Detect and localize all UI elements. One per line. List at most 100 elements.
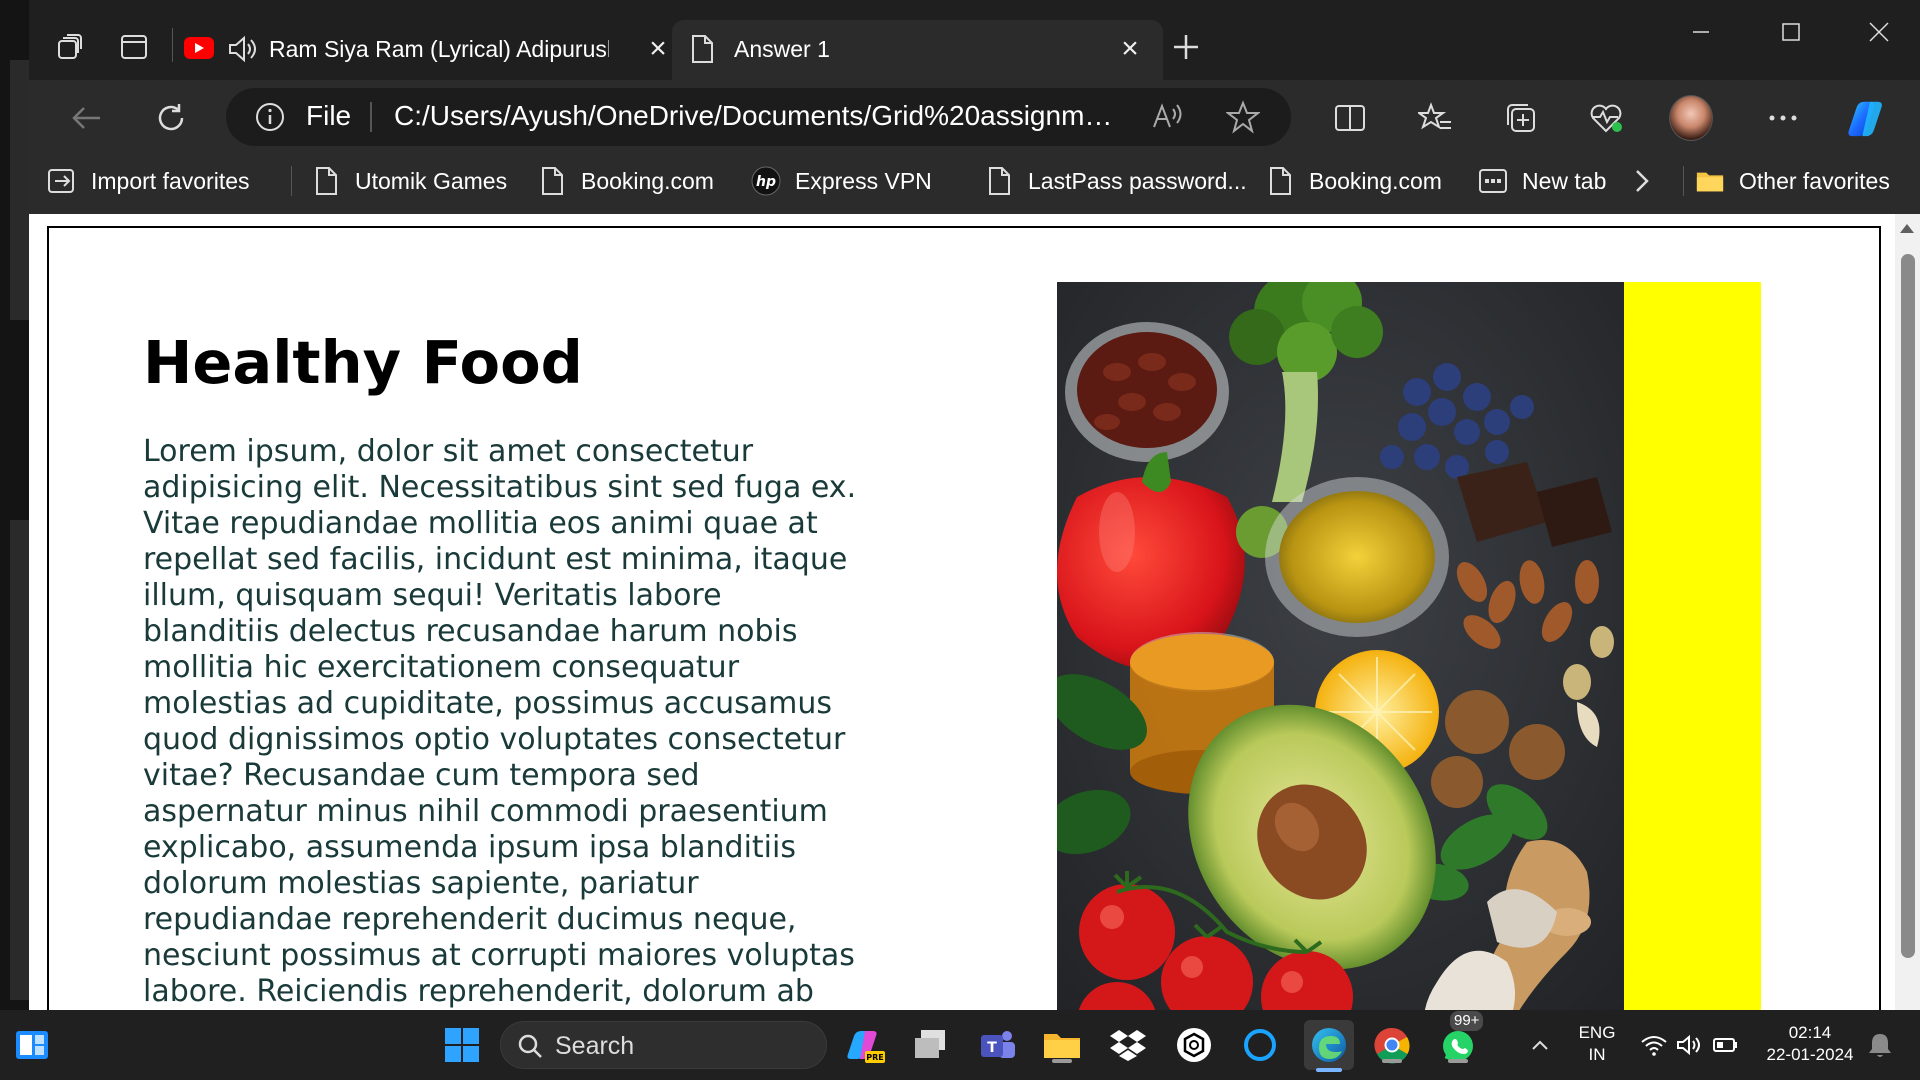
fav-label: Booking.com — [1309, 167, 1442, 194]
fav-other-favorites[interactable]: Other favorites — [1695, 162, 1890, 200]
back-arrow-icon[interactable] — [64, 96, 108, 140]
widgets-icon[interactable] — [10, 1023, 54, 1067]
teams-icon[interactable]: T — [975, 1023, 1019, 1067]
close-window-icon[interactable] — [1844, 10, 1914, 54]
vertical-scrollbar[interactable] — [1895, 214, 1920, 1010]
favorites-icon[interactable] — [1413, 96, 1457, 140]
fav-express-vpn[interactable]: hp Express VPN — [751, 162, 932, 200]
start-windows-icon[interactable] — [440, 1023, 484, 1067]
new-tab-page-icon — [1478, 166, 1508, 196]
favorites-bar: Import favorites Utomik Games Booking.co… — [29, 152, 1920, 210]
tab-title: Ram Siya Ram (Lyrical) Adipurush — [269, 36, 609, 62]
workspaces-icon[interactable] — [53, 30, 87, 64]
clock-time: 02:14 — [1788, 1023, 1832, 1042]
fav-label: LastPass password... — [1028, 167, 1247, 194]
file-explorer-icon[interactable] — [1040, 1023, 1084, 1067]
background-window-segment — [10, 520, 29, 1000]
split-screen-icon[interactable] — [1328, 96, 1372, 140]
collections-icon[interactable] — [1499, 96, 1543, 140]
clock[interactable]: 02:14 22-01-2024 — [1755, 1022, 1865, 1066]
youtube-icon — [184, 37, 214, 59]
page-icon — [984, 166, 1014, 196]
background-window-edge — [0, 0, 29, 1010]
more-options-icon[interactable] — [1761, 96, 1805, 140]
address-bar[interactable]: File C:/Users/Ayush/OneDrive/Documents/G… — [226, 88, 1291, 146]
copilot-icon[interactable] — [1847, 96, 1891, 140]
language-line-1: ENG — [1578, 1023, 1616, 1042]
wifi-icon — [1641, 1036, 1667, 1056]
fav-label: Other favorites — [1739, 167, 1890, 194]
scrollbar-thumb[interactable] — [1901, 254, 1915, 958]
windows-taskbar: Search PRE T 99+ ENG IN 02:14 22-01-2024 — [0, 1010, 1920, 1080]
vertical-tabs-icon[interactable] — [117, 30, 151, 64]
folder-icon — [1695, 166, 1725, 196]
chrome-icon[interactable] — [1370, 1023, 1414, 1067]
fav-label: Booking.com — [581, 167, 714, 194]
search-icon — [517, 1033, 543, 1064]
svg-text:hp: hp — [756, 174, 776, 190]
active-indicator — [1052, 1059, 1072, 1063]
fav-utomik-games[interactable]: Utomik Games — [311, 162, 507, 200]
copilot-preview-icon[interactable]: PRE — [843, 1023, 887, 1067]
address-separator — [370, 102, 372, 132]
active-indicator — [1448, 1059, 1468, 1063]
system-tray-status[interactable] — [1630, 1023, 1750, 1067]
whatsapp-icon[interactable]: 99+ — [1436, 1011, 1484, 1067]
volume-icon — [1677, 1034, 1700, 1056]
yellow-grid-cell — [1624, 282, 1761, 1010]
fav-overflow-chevron-icon[interactable] — [1632, 162, 1652, 200]
page-icon — [690, 34, 714, 70]
speaker-icon[interactable] — [227, 34, 259, 70]
fav-label: Utomik Games — [355, 167, 508, 194]
cortana-icon[interactable] — [1238, 1023, 1282, 1067]
fav-import-favorites[interactable]: Import favorites — [47, 162, 250, 200]
fav-new-tab[interactable]: New tab — [1478, 162, 1606, 200]
site-info-label[interactable]: File — [306, 100, 351, 132]
close-tab-icon[interactable]: × — [1115, 32, 1145, 65]
active-indicator — [1382, 1059, 1402, 1063]
scroll-up-arrow-icon[interactable] — [1900, 224, 1914, 233]
new-tab-plus-icon[interactable] — [1169, 30, 1203, 64]
refresh-icon[interactable] — [149, 96, 193, 140]
navigation-bar: File C:/Users/Ayush/OneDrive/Documents/G… — [29, 80, 1920, 152]
import-icon — [47, 166, 77, 196]
page-icon — [537, 166, 567, 196]
file-viewer-icon[interactable] — [908, 1023, 952, 1067]
page-viewport: Healthy Food Lorem ipsum, dolor sit amet… — [29, 214, 1895, 1010]
clock-date: 22-01-2024 — [1766, 1045, 1854, 1064]
browser-essentials-icon[interactable] — [1584, 96, 1628, 140]
chatgpt-icon[interactable] — [1172, 1023, 1216, 1067]
browser-window: Ram Siya Ram (Lyrical) Adipurush × Answe… — [29, 0, 1920, 1010]
hp-logo-icon: hp — [751, 166, 781, 196]
page-container: Healthy Food Lorem ipsum, dolor sit amet… — [47, 226, 1881, 1010]
page-icon — [311, 166, 341, 196]
maximize-icon[interactable] — [1756, 10, 1826, 54]
notification-bell-icon[interactable] — [1858, 1023, 1902, 1067]
notification-badge: 99+ — [1450, 1011, 1484, 1031]
minimize-icon[interactable] — [1666, 10, 1736, 54]
close-tab-icon[interactable]: × — [643, 32, 673, 65]
taskbar-search[interactable]: Search — [500, 1021, 827, 1069]
dropbox-icon[interactable] — [1106, 1023, 1150, 1067]
info-icon[interactable] — [254, 101, 286, 140]
language-indicator[interactable]: ENG IN — [1572, 1022, 1622, 1066]
tab-divider — [172, 28, 173, 62]
fav-booking-2[interactable]: Booking.com — [1265, 162, 1442, 200]
fav-booking[interactable]: Booking.com — [537, 162, 714, 200]
show-hidden-icons-chevron-icon[interactable] — [1518, 1023, 1562, 1067]
fav-label: Express VPN — [795, 167, 932, 194]
url-text[interactable]: C:/Users/Ayush/OneDrive/Documents/Grid%2… — [394, 100, 1127, 132]
tab-answer-1[interactable]: Answer 1 × — [672, 20, 1163, 80]
tab-bar: Ram Siya Ram (Lyrical) Adipurush × Answe… — [29, 0, 1920, 80]
tab-title: Answer 1 — [734, 36, 830, 62]
svg-text:T: T — [987, 1040, 997, 1056]
tab-youtube[interactable]: Ram Siya Ram (Lyrical) Adipurush × — [184, 20, 691, 80]
favorite-star-icon[interactable] — [1225, 100, 1261, 141]
copilot-badge-label: PRE — [866, 1053, 884, 1062]
edge-icon[interactable] — [1304, 1020, 1354, 1072]
profile-avatar[interactable] — [1669, 95, 1713, 141]
language-line-2: IN — [1588, 1045, 1606, 1064]
fav-lastpass[interactable]: LastPass password... — [984, 162, 1247, 200]
page-icon — [1265, 166, 1295, 196]
read-aloud-icon[interactable] — [1151, 101, 1185, 140]
